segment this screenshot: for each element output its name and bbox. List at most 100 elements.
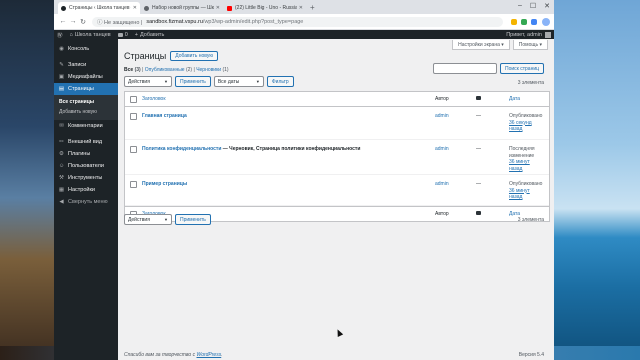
search-pages-button[interactable]: Поиск страниц <box>499 63 544 74</box>
date-filter-select[interactable]: Все даты ▼ <box>213 76 264 87</box>
row-author[interactable]: admin <box>435 146 449 152</box>
column-comments <box>476 211 481 217</box>
browser-tab-new-group[interactable]: Набор новой группы — Школ ✕ <box>141 2 223 14</box>
sidebar-item-plugins[interactable]: ⚙ Плагины <box>54 148 118 160</box>
tab-title: Набор новой группы — Школ <box>152 5 214 11</box>
items-count-bottom: 3 элемента <box>517 217 544 223</box>
close-tab-icon[interactable]: ✕ <box>299 5 303 11</box>
apply-button[interactable]: Применить <box>175 214 211 225</box>
wordpress-link[interactable]: WordPress <box>196 352 221 358</box>
url-field[interactable]: ⓘ Не защищено | sandbox.fizmat.vspu.ru/w… <box>92 16 503 27</box>
add-new-page-button[interactable]: Добавить новую <box>170 51 219 61</box>
browser-tab-pages[interactable]: Страницы ‹ Школа танцев — W ✕ <box>58 2 140 14</box>
security-indicator[interactable]: ⓘ Не защищено | <box>97 18 142 26</box>
greeting-label: Привет, admin <box>506 32 542 38</box>
bulk-actions-select[interactable]: Действия ▼ <box>124 76 172 87</box>
sidebar-item-settings[interactable]: ▦ Настройки <box>54 184 118 196</box>
extension-icon[interactable] <box>511 18 517 25</box>
back-arrow-icon[interactable]: ← <box>58 18 68 25</box>
home-icon: ⌂ <box>69 32 73 38</box>
settings-icon: ▦ <box>58 187 65 193</box>
row-author[interactable]: admin <box>435 181 449 187</box>
tablenav-bottom: Действия ▼ Применить <box>124 214 211 225</box>
browser-tab-youtube[interactable]: (22) Little Big - Uno - Russia e ✕ <box>224 2 306 14</box>
filter-drafts[interactable]: Черновики (1) <box>196 67 228 73</box>
sidebar-item-pages[interactable]: ▤ Страницы <box>54 83 118 95</box>
admin-sidebar: ◉ Консоль ✎ Записи ▣ Медиафайлы ▤ Страни… <box>54 39 118 360</box>
table-row: Политика конфиденциальности — Черновик, … <box>125 140 549 175</box>
row-title[interactable]: Главная страница <box>142 113 187 119</box>
sidebar-item-label: Медиафайлы <box>68 74 103 80</box>
bulk-actions-value: Действия <box>128 216 150 223</box>
sidebar-item-users[interactable]: ☺ Пользователи <box>54 160 118 172</box>
desktop-background-left <box>0 0 54 360</box>
plus-icon: + <box>134 32 138 38</box>
status-filter-links: Все (3) | Опубликованные (2) | Черновики… <box>124 67 229 73</box>
sidebar-item-media[interactable]: ▣ Медиафайлы <box>54 71 118 83</box>
submenu-add-new[interactable]: Добавить новую <box>54 107 118 117</box>
site-name-link[interactable]: ⌂ Школа танцев <box>70 32 111 38</box>
filter-button[interactable]: Фильтр <box>266 76 294 87</box>
footer-thanks-text: Спасибо вам за творчество с <box>124 352 197 358</box>
filter-all-label: Все <box>124 67 134 73</box>
footer-thanks: Спасибо вам за творчество с WordPress. <box>124 352 223 358</box>
row-date: Опубликовано 36 секунд назад <box>509 113 542 133</box>
pages-table: Заголовок Автор Дата Главная страница ad… <box>124 91 550 222</box>
forward-arrow-icon[interactable]: → <box>68 18 78 25</box>
collapse-menu-button[interactable]: ◀ Свернуть меню <box>54 196 118 208</box>
sidebar-item-comments[interactable]: ✉ Комментарии <box>54 120 118 132</box>
sidebar-item-appearance[interactable]: ✏ Внешний вид <box>54 136 118 148</box>
filter-published[interactable]: Опубликованные (2) <box>145 67 192 73</box>
reload-icon[interactable]: ↻ <box>78 18 88 26</box>
screen-options-button[interactable]: Настройки экрана ▾ <box>452 40 510 50</box>
search-input[interactable] <box>432 63 497 74</box>
submenu-all-pages[interactable]: Все страницы <box>54 97 118 107</box>
column-date[interactable]: Дата <box>509 96 520 103</box>
close-tab-icon[interactable]: ✕ <box>133 5 137 11</box>
row-author[interactable]: admin <box>435 113 449 119</box>
sidebar-item-posts[interactable]: ✎ Записи <box>54 59 118 71</box>
minimize-button[interactable]: – <box>518 2 522 10</box>
row-title[interactable]: Политика конфиденциальности — Черновик, … <box>142 146 422 152</box>
profile-avatar-icon[interactable] <box>542 17 550 26</box>
help-button[interactable]: Помощь ▾ <box>512 40 548 50</box>
extension-icon[interactable] <box>531 18 537 25</box>
sidebar-item-label: Внешний вид <box>68 139 103 145</box>
row-title-link[interactable]: Пример страницы <box>142 181 187 187</box>
table-row: Пример страницы admin — Опубликовано 36 … <box>125 175 549 206</box>
row-title-link[interactable]: Политика конфиденциальности <box>142 146 221 152</box>
youtube-favicon-icon <box>227 5 232 11</box>
new-tab-button[interactable]: + <box>310 3 315 12</box>
url-path: /wp3/wp-admin/edit.php?post_type=page <box>202 18 304 25</box>
comments-count: 0 <box>124 32 128 38</box>
media-icon: ▣ <box>58 74 65 80</box>
row-title-link[interactable]: Главная страница <box>142 113 187 119</box>
comment-bubble-icon <box>476 96 481 100</box>
users-icon: ☺ <box>58 163 65 169</box>
add-new-menu[interactable]: + Добавить <box>135 32 165 38</box>
bulk-actions-select[interactable]: Действия ▼ <box>124 214 172 225</box>
row-checkbox[interactable] <box>130 113 137 120</box>
column-title[interactable]: Заголовок <box>142 96 166 102</box>
sidebar-item-label: Записи <box>68 62 87 68</box>
row-title[interactable]: Пример страницы <box>142 181 187 187</box>
comments-link[interactable]: 0 <box>117 32 128 38</box>
wordpress-logo-icon[interactable]: Ⓦ <box>57 31 63 39</box>
extension-icon[interactable] <box>521 18 527 25</box>
wordpress-favicon-icon <box>61 5 66 11</box>
row-status: Последняя изменение <box>509 146 535 159</box>
close-window-button[interactable]: ✕ <box>544 2 550 10</box>
close-tab-icon[interactable]: ✕ <box>216 5 220 11</box>
row-checkbox[interactable] <box>130 181 137 188</box>
security-label: Не защищено <box>104 19 140 26</box>
apply-button[interactable]: Применить <box>175 76 211 87</box>
filter-all[interactable]: Все (3) <box>124 67 141 73</box>
avatar <box>545 32 551 38</box>
main-content: Настройки экрана ▾ Помощь ▾ Страницы Доб… <box>118 39 554 360</box>
sidebar-item-dashboard[interactable]: ◉ Консоль <box>54 43 118 55</box>
row-checkbox[interactable] <box>130 146 137 153</box>
select-all-checkbox[interactable] <box>130 96 137 103</box>
row-status: Опубликовано <box>509 113 543 119</box>
sidebar-item-tools[interactable]: ⚒ Инструменты <box>54 172 118 184</box>
maximize-button[interactable]: ☐ <box>530 2 536 10</box>
